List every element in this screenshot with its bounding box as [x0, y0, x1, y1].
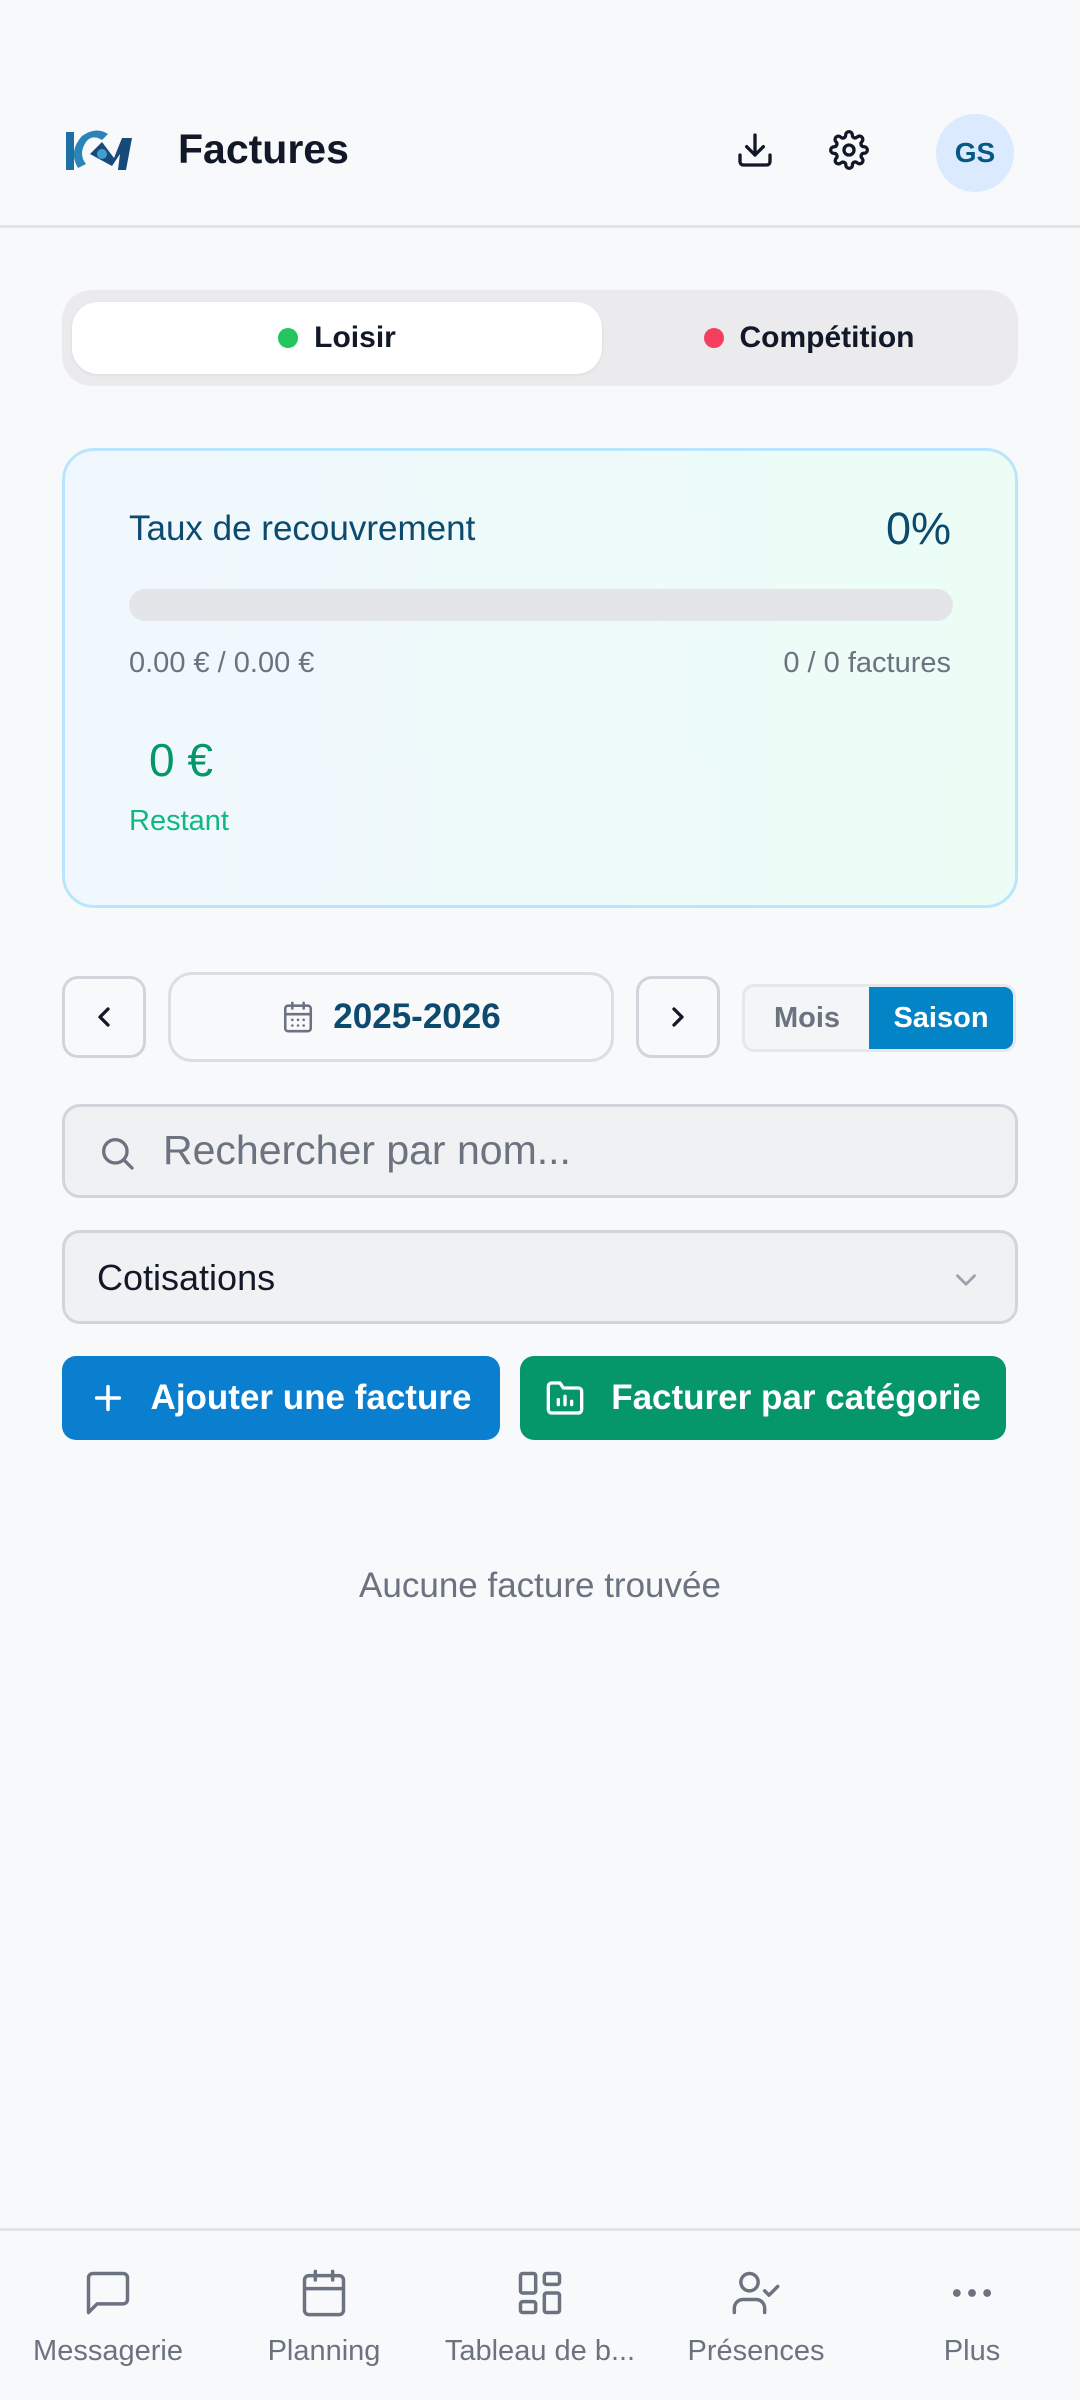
more-icon [952, 2289, 992, 2297]
chevron-right-icon [672, 1007, 684, 1027]
segment-loisir[interactable]: Loisir [72, 302, 602, 374]
season-selector[interactable]: 2025-2026 [168, 972, 614, 1062]
category-filter-value: Cotisations [97, 1257, 276, 1298]
search-input[interactable]: Rechercher par nom... [62, 1104, 1018, 1198]
segment-competition[interactable]: Compétition [610, 302, 1008, 374]
mode-season-button[interactable]: Saison [869, 987, 1013, 1049]
recovery-invoice-count: 0 / 0 factures [783, 647, 951, 679]
gear-icon[interactable] [825, 126, 873, 174]
segment-competition-label: Compétition [739, 321, 915, 354]
calendar-icon [284, 1001, 313, 1033]
page-title: Factures [178, 126, 349, 172]
tab-label: Plus [943, 2335, 1001, 2367]
user-check-icon [732, 2271, 780, 2315]
folder-chart-icon [546, 1381, 584, 1415]
season-label: 2025-2026 [333, 997, 501, 1036]
tab-planning[interactable]: Planning [216, 2231, 432, 2400]
period-mode-toggle: Mois Saison [742, 984, 1016, 1052]
competition-status-dot [703, 328, 724, 348]
recovery-rate-card: Taux de recouvrement 0% 0.00 € / 0.00 € … [62, 448, 1018, 908]
chevron-left-icon [98, 1007, 110, 1027]
league-segment-control: Loisir Compétition [62, 290, 1018, 386]
recovery-percent: 0% [885, 503, 951, 554]
category-filter-select[interactable]: Cotisations [62, 1230, 1018, 1324]
dashboard-icon [518, 2271, 562, 2315]
download-icon[interactable] [731, 126, 779, 174]
tab-label: Messagerie [33, 2335, 183, 2367]
app-header: Factures GS [0, 0, 1080, 228]
recovery-progress-bar [129, 589, 953, 621]
tab-label: Présences [687, 2335, 825, 2367]
message-icon [86, 2271, 130, 2315]
calendar-icon [302, 2269, 346, 2317]
recovery-amounts: 0.00 € / 0.00 € [129, 647, 315, 679]
search-placeholder: Rechercher par nom... [163, 1127, 571, 1173]
plus-icon [94, 1384, 121, 1412]
empty-state-message: Aucune facture trouvée [359, 1566, 721, 1605]
invoice-by-category-label: Facturer par catégorie [611, 1378, 981, 1417]
add-invoice-label: Ajouter une facture [150, 1378, 472, 1417]
loisir-status-dot [278, 328, 299, 348]
next-period-button[interactable] [636, 976, 720, 1058]
recovery-title: Taux de recouvrement [129, 509, 476, 548]
tab-messagerie[interactable]: Messagerie [0, 2231, 216, 2400]
mode-month-button[interactable]: Mois [745, 987, 869, 1049]
remaining-amount: 0 € [149, 734, 213, 786]
bottom-tab-bar: Messagerie Planning Tableau de b... Prés… [0, 2228, 1080, 2400]
tab-plus[interactable]: Plus [864, 2231, 1080, 2400]
remaining-label: Restant [129, 805, 229, 837]
tab-label: Planning [267, 2335, 381, 2367]
user-avatar[interactable]: GS [936, 114, 1014, 192]
chevron-down-icon [956, 1274, 976, 1286]
club-logo [66, 130, 132, 170]
previous-period-button[interactable] [62, 976, 146, 1058]
segment-loisir-label: Loisir [314, 321, 396, 354]
search-icon [102, 1138, 134, 1170]
invoice-by-category-button[interactable]: Facturer par catégorie [520, 1356, 1006, 1440]
tab-tableau-de-bord[interactable]: Tableau de b... [432, 2231, 648, 2400]
tab-presences[interactable]: Présences [648, 2231, 864, 2400]
add-invoice-button[interactable]: Ajouter une facture [62, 1356, 500, 1440]
tab-label: Tableau de b... [444, 2335, 636, 2367]
